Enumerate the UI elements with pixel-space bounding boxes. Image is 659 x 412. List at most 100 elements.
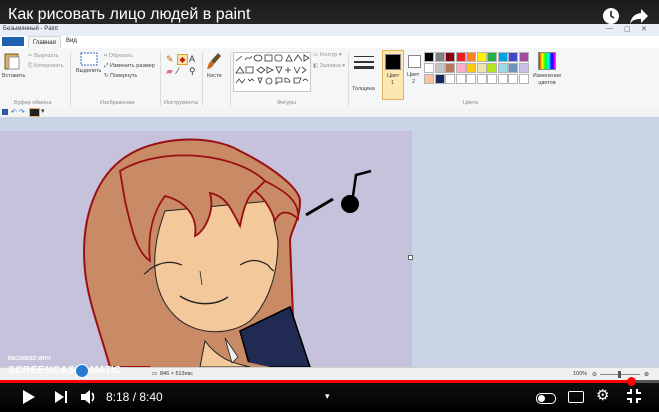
brushes-button[interactable]: Кисти xyxy=(206,52,226,92)
color1-num: 1 xyxy=(391,80,395,86)
file-menu-button[interactable] xyxy=(2,37,24,46)
custom-color-swatch[interactable] xyxy=(434,74,445,84)
next-button[interactable] xyxy=(54,390,68,409)
palette-swatch[interactable] xyxy=(466,52,476,62)
palette-swatch[interactable] xyxy=(445,63,455,73)
resize-label: Изменить размер xyxy=(109,63,155,69)
custom-color-swatch[interactable] xyxy=(508,74,518,84)
brush-icon xyxy=(207,53,221,69)
palette-swatch[interactable] xyxy=(508,52,518,62)
exit-fullscreen-button[interactable] xyxy=(626,388,642,409)
color2-button[interactable]: Цвет 2 xyxy=(404,50,424,98)
ribbon-tabs: Главная Вид xyxy=(0,36,659,49)
palette-swatch[interactable] xyxy=(518,63,529,73)
tab-view[interactable]: Вид xyxy=(66,38,77,44)
text-icon[interactable]: A xyxy=(189,54,195,64)
maximize-button[interactable]: ▢ xyxy=(624,25,631,33)
tools-group-label: Инструменты xyxy=(164,100,199,106)
palette-swatch[interactable] xyxy=(424,52,434,62)
settings-icon[interactable]: ⚙ xyxy=(596,386,609,404)
custom-color-swatch[interactable] xyxy=(476,74,487,84)
autoplay-toggle[interactable] xyxy=(536,393,556,404)
shapes-gallery[interactable] xyxy=(233,52,311,92)
video-title[interactable]: Как рисовать лицо людей в paint xyxy=(8,6,250,24)
zoom-slider-thumb[interactable] xyxy=(618,371,621,378)
image-dimensions: 846 × 513пкс xyxy=(160,371,193,377)
palette-swatch[interactable] xyxy=(518,52,529,62)
current-time: 8:18 xyxy=(106,390,130,404)
fill-bucket-icon[interactable]: ◆ xyxy=(177,54,188,65)
redo-icon[interactable]: ↷ xyxy=(19,108,25,116)
volume-button[interactable] xyxy=(80,389,98,410)
palette-swatch[interactable] xyxy=(476,52,487,62)
palette-swatch[interactable] xyxy=(455,52,466,62)
palette-swatch[interactable] xyxy=(445,52,455,62)
play-button[interactable] xyxy=(22,389,36,410)
subtitles-icon[interactable] xyxy=(568,391,584,403)
eraser-icon[interactable]: ▰ xyxy=(166,66,173,77)
palette-swatch[interactable] xyxy=(508,63,518,73)
resize-button[interactable]: ⤢ Изменить размер xyxy=(104,63,155,70)
crop-button[interactable]: ⌗ Обрезать xyxy=(104,53,133,60)
custom-color-swatch[interactable] xyxy=(487,74,497,84)
paste-label: Вставить xyxy=(2,73,26,79)
custom-color-swatch[interactable] xyxy=(518,74,529,84)
palette-swatch[interactable] xyxy=(497,52,508,62)
palette-swatch[interactable] xyxy=(455,63,466,73)
color-palette xyxy=(424,52,534,86)
zoom-out-button[interactable]: ⊖ xyxy=(592,371,597,378)
image-group-label: Изображение xyxy=(100,100,135,106)
palette-swatch[interactable] xyxy=(476,63,487,73)
custom-color-swatch[interactable] xyxy=(424,74,434,84)
progress-fill xyxy=(0,380,632,383)
chevron-down-icon[interactable]: ▾ xyxy=(41,107,45,115)
palette-swatch[interactable] xyxy=(466,63,476,73)
palette-swatch[interactable] xyxy=(434,63,445,73)
minimize-button[interactable]: — xyxy=(606,25,613,32)
next-icon xyxy=(55,391,67,403)
color2-swatch xyxy=(407,55,421,68)
copy-button[interactable]: ⎘ Копировать xyxy=(28,63,64,70)
undo-icon[interactable]: ↶ xyxy=(11,108,17,116)
save-icon[interactable] xyxy=(2,109,8,115)
custom-color-swatch[interactable] xyxy=(455,74,466,84)
palette-swatch[interactable] xyxy=(487,52,497,62)
color1-button[interactable]: Цвет 1 xyxy=(382,50,404,100)
shapes-group-label: Фигуры xyxy=(277,100,296,106)
separator xyxy=(160,52,161,106)
edit-colors-button[interactable]: Изменение цветов xyxy=(530,52,564,96)
palette-swatch[interactable] xyxy=(434,52,445,62)
color-picker-icon[interactable]: ⁄ xyxy=(177,66,179,76)
size-label: Толщина xyxy=(352,86,375,92)
watch-later-icon[interactable] xyxy=(602,7,620,25)
watermark-line1: RECORDED WITH xyxy=(8,356,51,362)
paint-titlebar: Безымянный - Paint — ▢ ✕ xyxy=(0,24,659,36)
custom-color-swatch[interactable] xyxy=(497,74,508,84)
separator xyxy=(230,52,231,106)
close-button[interactable]: ✕ xyxy=(641,25,647,33)
ribbon: Вставить ✂ Вырезать ⎘ Копировать Буфер о… xyxy=(0,48,659,109)
size-button[interactable]: Толщина xyxy=(352,52,376,96)
rotate-label: Повернуть xyxy=(110,73,138,79)
fill-button[interactable]: ◧ Заливка ▾ xyxy=(313,63,345,69)
outline-button[interactable]: ▭ Контур ▾ xyxy=(313,52,342,58)
chevron-down-icon[interactable]: ▾ xyxy=(325,391,330,402)
magnifier-icon[interactable]: ⚲ xyxy=(189,66,196,77)
palette-swatch[interactable] xyxy=(424,63,434,73)
crop-label: Обрезать xyxy=(108,53,133,59)
rotate-button[interactable]: ↻ Повернуть xyxy=(104,73,137,79)
palette-swatch[interactable] xyxy=(497,63,508,73)
paste-button[interactable]: Вставить xyxy=(2,52,26,92)
palette-swatch[interactable] xyxy=(487,63,497,73)
watermark-line2: SCREENCAST xyxy=(8,365,82,376)
zoom-level: 100% xyxy=(573,371,588,377)
custom-color-swatch[interactable] xyxy=(445,74,455,84)
share-icon[interactable] xyxy=(629,7,649,25)
select-button[interactable]: Выделить xyxy=(76,52,102,92)
custom-color-swatch[interactable] xyxy=(466,74,476,84)
pencil-icon[interactable]: ✎ xyxy=(166,54,174,65)
cut-button[interactable]: ✂ Вырезать xyxy=(28,53,59,59)
drawing-canvas[interactable] xyxy=(0,131,412,367)
canvas-resize-handle[interactable] xyxy=(408,255,413,260)
zoom-in-button[interactable]: ⊕ xyxy=(644,371,649,378)
